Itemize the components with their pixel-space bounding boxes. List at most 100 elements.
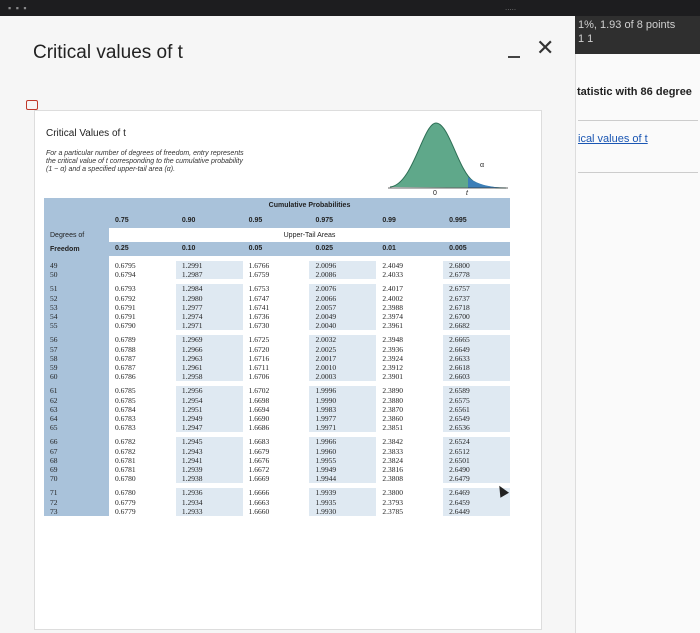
modal-title: Critical values of t (33, 42, 183, 63)
t-value: 0.6784 (115, 404, 136, 414)
t-value: 0.6785 (115, 386, 136, 396)
description-line: (1 − α) and a specified upper-tail area … (46, 166, 176, 173)
t-value: 2.0049 (315, 312, 337, 322)
minimize-icon[interactable] (508, 56, 520, 58)
t-value: 2.3833 (382, 446, 403, 456)
signal-indicator: ..... (505, 3, 517, 12)
table-row: 56 57 58 59 60 0.6789 0.6788 0.6787 0.6787 0.6786… (44, 335, 510, 382)
t-value: 1.6741 (248, 302, 270, 312)
t-value: 1.2984 (181, 284, 203, 294)
t-value: 2.0076 (315, 284, 337, 294)
t-value: 1.6694 (248, 404, 270, 414)
t-value: 2.3860 (382, 414, 403, 424)
t-value: 2.3808 (382, 474, 403, 484)
t-value: 0.6781 (115, 455, 136, 465)
df-cell: 66 67 68 69 70 (44, 437, 109, 484)
df-value: 73 (50, 506, 58, 516)
t-value: 2.6700 (449, 312, 470, 322)
t-value: 1.9971 (315, 423, 337, 433)
t-value: 2.6682 (449, 321, 470, 331)
t-value: 2.3842 (382, 437, 403, 447)
upper-tail-header: Upper-Tail Areas (283, 231, 336, 239)
cumulative-value: 0.975 (309, 213, 377, 228)
t-value: 2.3851 (382, 423, 403, 433)
t-value: 1.2938 (181, 474, 203, 484)
label-zero: 0 (433, 190, 437, 195)
table-row: 71 72 73 0.6780 0.6779 0.6779 1.2936 1.2934 1.29… (44, 488, 510, 517)
document-icon[interactable] (26, 100, 38, 110)
t-value: 0.6795 (115, 261, 136, 270)
t-value: 1.9960 (315, 446, 337, 456)
t-value: 1.9983 (315, 404, 337, 414)
value-cell: 2.3890 2.3880 2.3870 2.3860 2.3851 (376, 386, 443, 432)
t-value: 2.6665 (449, 335, 470, 345)
t-value: 2.4033 (382, 270, 403, 280)
t-value: 0.6782 (115, 437, 136, 447)
table-description: For a particular number of degrees of fr… (46, 150, 244, 174)
df-value: 66 (50, 437, 58, 447)
cumulative-values-row: 0.75 0.90 0.95 0.975 0.99 0.995 (44, 213, 510, 228)
t-value: 0.6790 (115, 321, 136, 331)
close-icon[interactable]: ✕ (536, 35, 554, 61)
t-value: 2.3936 (382, 344, 403, 354)
critical-values-link[interactable]: ical values of t (578, 133, 648, 145)
t-value: 2.3870 (382, 404, 403, 414)
t-value: 0.6783 (115, 414, 136, 424)
t-value: 1.6711 (248, 363, 270, 373)
t-value: 2.6561 (449, 404, 470, 414)
cumulative-header: Cumulative Probabilities (109, 198, 510, 213)
t-value: 2.3890 (382, 386, 403, 396)
t-value: 2.3974 (382, 312, 403, 322)
df-value: 50 (50, 270, 58, 280)
t-value: 0.6785 (115, 395, 136, 405)
df-cell: 56 57 58 59 60 (44, 335, 109, 382)
t-value: 0.6794 (115, 270, 136, 280)
t-value: 2.6649 (449, 344, 470, 354)
t-value: 0.6787 (115, 353, 136, 363)
t-value: 2.6459 (449, 497, 470, 507)
upper-tail-values-row: Freedom 0.25 0.10 0.05 0.025 0.01 0.005 (44, 242, 510, 256)
t-value: 1.2947 (181, 423, 203, 433)
value-cell: 2.0096 2.0086 (309, 261, 377, 280)
t-value: 2.6479 (449, 474, 470, 484)
t-value: 2.6778 (449, 270, 470, 280)
value-cell: 0.6789 0.6788 0.6787 0.6787 0.6786 (109, 335, 176, 381)
t-value: 1.2941 (181, 455, 203, 465)
t-value: 0.6786 (115, 372, 136, 382)
t-value: 1.2951 (181, 404, 203, 414)
cumulative-value: 0.90 (175, 213, 243, 228)
df-value: 56 (50, 335, 58, 345)
t-value: 2.6633 (449, 353, 470, 363)
value-cell: 1.6666 1.6663 1.6660 (243, 488, 310, 516)
t-value: 2.3988 (382, 302, 403, 312)
side-divider (578, 120, 698, 121)
value-cell: 0.6793 0.6792 0.6791 0.6791 0.6790 (109, 284, 176, 330)
upper-tail-value: 0.10 (175, 242, 243, 256)
t-value: 1.2991 (181, 261, 203, 270)
t-value: 1.6720 (248, 344, 270, 354)
t-value: 1.2977 (181, 302, 203, 312)
cumulative-value: 0.95 (242, 213, 310, 228)
value-cell: 2.6757 2.6737 2.6718 2.6700 2.6682 (443, 284, 510, 331)
value-cell: 0.6785 0.6785 0.6784 0.6783 0.6783 (109, 386, 176, 432)
t-value: 2.0086 (315, 270, 337, 280)
t-value: 1.6736 (248, 312, 270, 322)
t-value: 1.6747 (248, 293, 270, 303)
value-cell: 0.6795 0.6794 (109, 261, 176, 279)
t-value: 1.6679 (248, 446, 270, 456)
df-value: 65 (50, 423, 58, 433)
score-subtext: 1 1 (578, 33, 594, 45)
t-value: 1.6702 (248, 386, 270, 396)
value-cell: 1.6753 1.6747 1.6741 1.6736 1.6730 (243, 284, 310, 330)
t-value: 2.3793 (382, 497, 403, 507)
t-value: 0.6780 (115, 474, 136, 484)
df-value: 51 (50, 284, 58, 294)
df-value: 70 (50, 474, 58, 484)
df-value: 62 (50, 395, 58, 405)
df-value: 49 (50, 261, 58, 270)
t-value: 2.3824 (382, 455, 403, 465)
t-value: 2.6501 (449, 455, 470, 465)
upper-tail-value: 0.05 (242, 242, 310, 256)
critical-values-table: Cumulative Probabilities 0.75 0.90 0.95 … (44, 198, 510, 517)
value-cell: 1.6766 1.6759 (243, 261, 310, 279)
